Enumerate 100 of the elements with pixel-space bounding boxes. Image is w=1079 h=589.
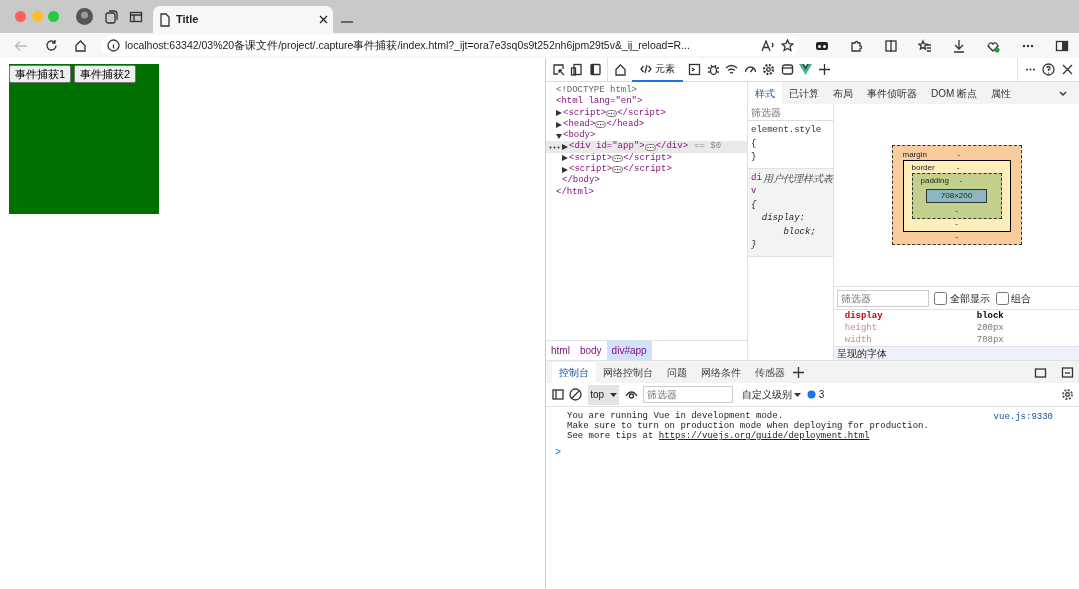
styles-tab[interactable]: 事件侦听器 <box>860 81 924 105</box>
download-icon[interactable] <box>952 38 967 53</box>
expand-arrow-icon[interactable] <box>562 155 568 162</box>
element-tag[interactable]: </script> <box>623 164 672 176</box>
window-icon[interactable] <box>780 63 794 76</box>
devtools-tab[interactable]: 元素 <box>632 57 683 82</box>
clear-icon[interactable] <box>569 388 582 401</box>
ellipsis-icon[interactable] <box>612 166 624 174</box>
tab-layout-icon[interactable] <box>129 9 143 24</box>
source-link[interactable]: vue.js:9330 <box>993 411 1053 441</box>
section-header: 呈现的字体 <box>834 346 1079 360</box>
docs-link[interactable]: https://vuejs.org/guide/deployment.html <box>658 431 870 441</box>
split-screen-icon[interactable] <box>883 38 898 53</box>
element-tag[interactable]: </script> <box>617 107 666 119</box>
element-tag[interactable]: </head> <box>606 118 645 131</box>
wifi-icon[interactable] <box>725 63 739 76</box>
breadcrumb-item[interactable]: body <box>574 341 607 360</box>
element-tag[interactable]: </body> <box>562 175 600 187</box>
bug-icon[interactable] <box>706 63 720 76</box>
filter-field[interactable]: 筛选器 <box>748 104 833 121</box>
element-tag[interactable]: </script> <box>623 152 672 165</box>
console-icon[interactable] <box>688 63 702 76</box>
eye-icon[interactable] <box>624 390 638 399</box>
element-tag[interactable]: <script> <box>563 107 607 119</box>
box-value: - <box>955 231 958 241</box>
help-icon[interactable] <box>1042 63 1055 76</box>
collections-icon[interactable] <box>104 9 118 24</box>
level-dropdown[interactable]: 自定义级别 <box>741 387 802 402</box>
ellipsis-icon[interactable] <box>612 154 624 162</box>
drawer-tab[interactable]: 网络条件 <box>693 361 748 383</box>
add-icon[interactable] <box>791 365 805 379</box>
gear-icon[interactable] <box>762 63 776 76</box>
inspect-icon[interactable] <box>551 63 565 76</box>
drawer-tab[interactable]: 传感器 <box>747 361 792 383</box>
close-icon[interactable] <box>1060 63 1074 76</box>
drawer-tab[interactable]: 问题 <box>659 361 694 383</box>
styles-tab[interactable]: 布局 <box>826 81 860 105</box>
styles-tab[interactable]: 样式 <box>748 81 782 105</box>
puzzle-icon[interactable] <box>849 38 864 53</box>
filter-field[interactable]: 筛选器 <box>836 289 929 307</box>
element-tag[interactable]: <script> <box>569 152 613 165</box>
checkbox[interactable] <box>995 291 1009 305</box>
address-text: localhost:63342/03%20备课文件/project/.capture事件捕获/index.html?_ijt=ora7e3sq0s9t252nh6jpm29t5v&_ij_reload=R... <box>125 37 691 53</box>
element-tag[interactable]: </html> <box>556 186 594 198</box>
add-icon[interactable] <box>817 63 831 76</box>
option-label[interactable]: 全部显示 <box>934 290 990 306</box>
dock-icon[interactable] <box>588 63 602 76</box>
chevron-down-icon[interactable] <box>1059 90 1067 96</box>
styles-tab[interactable]: DOM 断点 <box>924 81 985 105</box>
content-size: 708×200 <box>926 189 987 204</box>
expand-arrow-icon[interactable] <box>556 121 562 128</box>
expand-arrow-icon[interactable] <box>562 166 568 173</box>
element-tag[interactable]: </div> <box>655 141 689 153</box>
home-icon[interactable] <box>74 39 87 52</box>
address-bar[interactable]: localhost:63342/03%20备课文件/project/.capture事件捕获/index.html?_ijt=ora7e3sq0s9t252nh6jpm29t5v&_ij_reload=R... <box>101 35 799 56</box>
sidebar-icon[interactable] <box>1054 38 1069 53</box>
page-button[interactable]: 事件捕获1 <box>9 65 72 83</box>
caret-icon <box>794 392 802 397</box>
browser-tab[interactable]: Title <box>153 6 333 33</box>
collapse-arrow-icon[interactable] <box>556 132 562 139</box>
info-icon <box>106 39 120 52</box>
device-icon[interactable] <box>570 63 583 76</box>
option-label[interactable]: 组合 <box>995 290 1032 306</box>
element-tag[interactable]: <html lang="en"> <box>556 96 643 108</box>
expand-arrow-icon[interactable] <box>562 144 568 151</box>
element-tag[interactable]: <head> <box>563 118 596 131</box>
read-aloud-icon[interactable] <box>761 39 775 52</box>
page-button[interactable]: 事件捕获2 <box>73 65 136 83</box>
element-tag[interactable]: <script> <box>569 164 613 176</box>
checkbox[interactable] <box>934 291 948 305</box>
issues-counter[interactable]: 3 <box>806 387 825 402</box>
close-icon[interactable] <box>318 15 328 24</box>
sidebar-toggle-icon[interactable] <box>551 389 564 400</box>
favorite-star-icon[interactable] <box>780 39 794 52</box>
styles-tab[interactable]: 已计算 <box>782 81 826 105</box>
refresh-icon[interactable] <box>44 39 58 52</box>
avatar-icon[interactable] <box>76 8 93 25</box>
property-name: display <box>843 310 884 322</box>
settings-icon[interactable] <box>1060 388 1074 401</box>
styles-tab[interactable]: 属性 <box>984 81 1019 105</box>
vue-logo-icon[interactable] <box>799 63 813 76</box>
drawer-tab[interactable]: 控制台 <box>551 361 596 383</box>
favorites-icon[interactable] <box>917 38 932 53</box>
home-icon[interactable] <box>613 63 627 76</box>
ellipsis-icon[interactable] <box>606 109 618 117</box>
element-tag[interactable]: <body> <box>563 130 596 142</box>
dock-bottom-icon[interactable] <box>1060 365 1074 379</box>
breadcrumb-item[interactable]: div#app <box>606 341 652 360</box>
filter-field[interactable]: 筛选器 <box>643 386 734 403</box>
element-tag[interactable]: <div id="app"> <box>569 141 645 153</box>
screenshot-icon[interactable] <box>1033 365 1047 379</box>
drawer-tab[interactable]: 网络控制台 <box>595 361 660 383</box>
ellipsis-icon[interactable] <box>644 143 656 151</box>
breadcrumb-item[interactable]: html <box>546 341 575 360</box>
more-icon[interactable] <box>549 145 560 149</box>
ellipsis-icon[interactable] <box>595 121 607 129</box>
expand-arrow-icon[interactable] <box>556 110 562 117</box>
context-dropdown[interactable]: top <box>587 384 620 405</box>
box-value: - <box>957 150 961 160</box>
console-prompt[interactable]: > <box>546 441 1079 464</box>
